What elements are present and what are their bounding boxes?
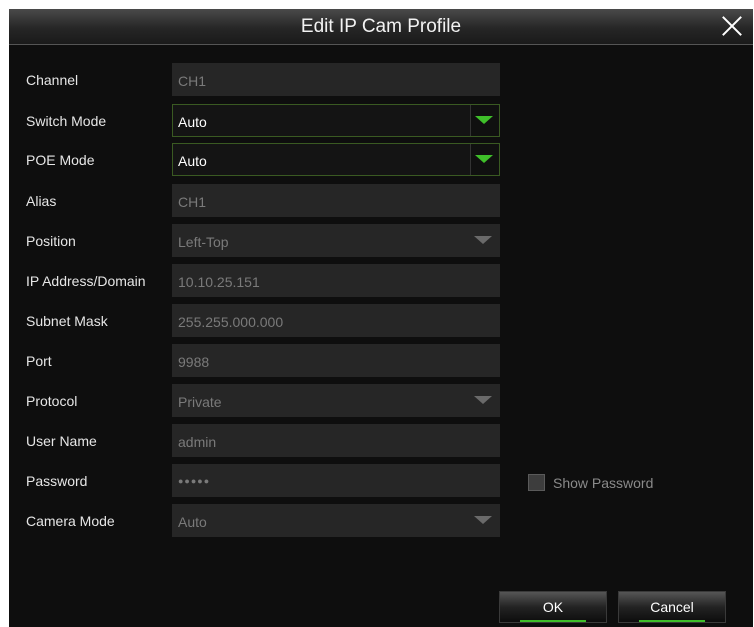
channel-field: CH1	[172, 63, 500, 96]
alias-field[interactable]: CH1	[172, 184, 500, 217]
password-field[interactable]: ●●●●●	[172, 464, 500, 497]
poe-mode-value: Auto	[178, 153, 207, 169]
camera-mode-value: Auto	[178, 514, 207, 530]
password-value: ●●●●●	[178, 476, 211, 486]
chevron-down-icon	[475, 116, 493, 124]
ip-address-label: IP Address/Domain	[26, 273, 146, 289]
channel-value: CH1	[178, 73, 207, 89]
poe-mode-label: POE Mode	[26, 152, 95, 168]
password-label: Password	[26, 473, 88, 489]
position-label: Position	[26, 233, 76, 249]
row-ip-address: IP Address/Domain 10.10.25.151	[9, 264, 753, 298]
switch-mode-label: Switch Mode	[26, 113, 107, 129]
camera-mode-select[interactable]: Auto	[172, 504, 500, 537]
position-select[interactable]: Left-Top	[172, 224, 500, 257]
position-value: Left-Top	[178, 234, 229, 250]
row-port: Port 9988	[9, 344, 753, 378]
switch-mode-value: Auto	[178, 114, 207, 130]
show-password-checkbox[interactable]	[528, 474, 545, 491]
row-user-name: User Name admin	[9, 424, 753, 458]
row-position: Position Left-Top	[9, 224, 753, 258]
chevron-down-icon	[474, 516, 492, 524]
ip-address-value: 10.10.25.151	[178, 274, 260, 290]
user-name-label: User Name	[26, 433, 97, 449]
show-password-label: Show Password	[553, 475, 654, 491]
channel-label: Channel	[26, 72, 79, 88]
close-icon[interactable]	[717, 11, 747, 41]
edit-ip-cam-profile-dialog: Edit IP Cam Profile Channel CH1 Switch M…	[9, 9, 753, 627]
switch-mode-dropdown-button[interactable]	[470, 105, 499, 136]
port-field[interactable]: 9988	[172, 344, 500, 377]
alias-label: Alias	[26, 193, 57, 209]
switch-mode-select[interactable]: Auto	[172, 104, 500, 137]
protocol-select[interactable]: Private	[172, 384, 500, 417]
subnet-mask-field[interactable]: 255.255.000.000	[172, 304, 500, 337]
dialog-title: Edit IP Cam Profile	[300, 16, 462, 37]
user-name-value: admin	[178, 434, 217, 450]
ok-button[interactable]: OK	[499, 591, 607, 623]
row-protocol: Protocol Private	[9, 384, 753, 418]
row-subnet-mask: Subnet Mask 255.255.000.000	[9, 304, 753, 338]
row-password: Password ●●●●● Show Password	[9, 464, 753, 498]
port-value: 9988	[178, 354, 210, 370]
chevron-down-icon	[474, 396, 492, 404]
chevron-down-icon	[474, 236, 492, 244]
row-alias: Alias CH1	[9, 184, 753, 218]
poe-mode-select[interactable]: Auto	[172, 143, 500, 176]
protocol-label: Protocol	[26, 393, 78, 409]
row-camera-mode: Camera Mode Auto	[9, 504, 753, 538]
subnet-mask-label: Subnet Mask	[26, 313, 108, 329]
chevron-down-icon	[475, 155, 493, 163]
cancel-button[interactable]: Cancel	[618, 591, 726, 623]
row-channel: Channel CH1	[9, 63, 753, 97]
poe-mode-dropdown-button[interactable]	[470, 144, 499, 175]
title-bar: Edit IP Cam Profile	[9, 9, 753, 45]
row-switch-mode: Switch Mode Auto	[9, 104, 753, 138]
subnet-mask-value: 255.255.000.000	[178, 314, 284, 330]
alias-value: CH1	[178, 194, 207, 210]
camera-mode-label: Camera Mode	[26, 513, 115, 529]
row-poe-mode: POE Mode Auto	[9, 143, 753, 177]
ip-address-field[interactable]: 10.10.25.151	[172, 264, 500, 297]
user-name-field[interactable]: admin	[172, 424, 500, 457]
protocol-value: Private	[178, 394, 222, 410]
port-label: Port	[26, 353, 52, 369]
